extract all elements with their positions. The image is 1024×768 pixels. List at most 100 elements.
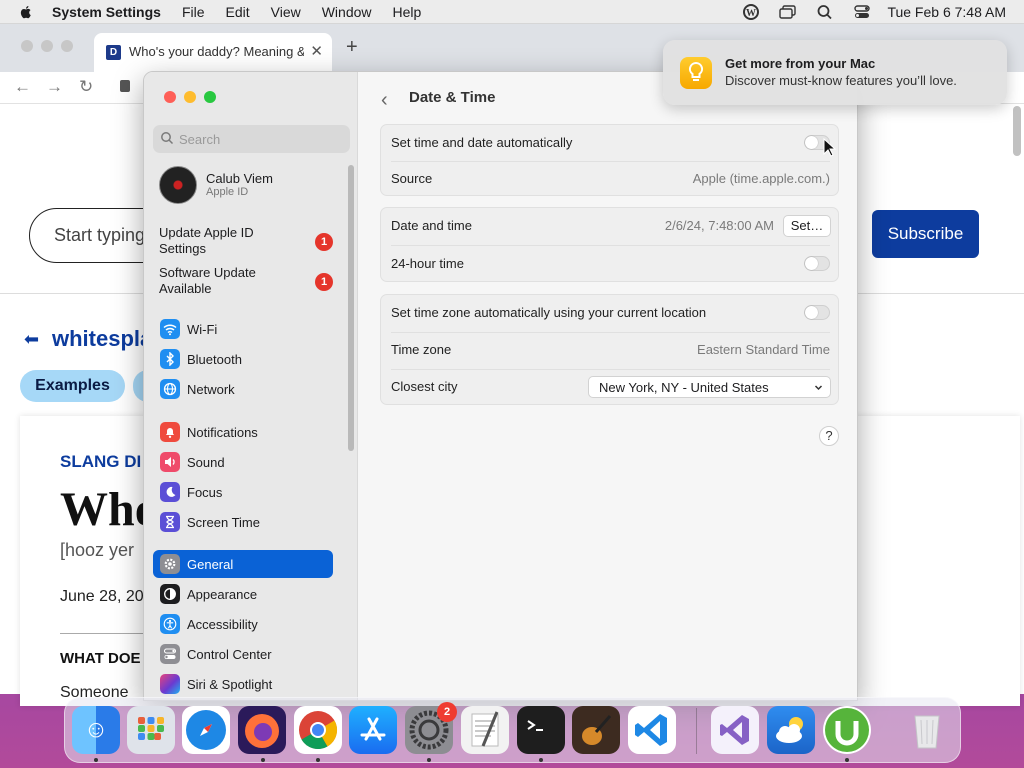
sidebar-item-accessibility[interactable]: Accessibility — [153, 610, 333, 638]
closest-city-value: New York, NY - United States — [599, 380, 769, 395]
browser-tab-title: Who's your daddy? Meaning & — [129, 44, 304, 59]
menu-view[interactable]: View — [271, 4, 301, 20]
sidebar-item-notifications[interactable]: Notifications — [153, 418, 333, 446]
help-button[interactable]: ? — [819, 426, 839, 446]
dock-system-settings-icon[interactable]: 2 — [405, 702, 457, 754]
dock-app-store-icon[interactable] — [349, 706, 397, 754]
auto-tz-toggle[interactable] — [804, 305, 830, 320]
siri-icon — [160, 674, 180, 694]
dock-garageband-icon[interactable] — [572, 706, 620, 754]
menu-clock[interactable]: Tue Feb 6 7:48 AM — [887, 4, 1006, 20]
account-name: Calub Viem — [206, 171, 273, 186]
sidebar-item-label: Control Center — [187, 647, 272, 662]
window-mirror-icon[interactable] — [779, 4, 797, 20]
menu-window[interactable]: Window — [322, 4, 372, 20]
section-title[interactable]: whitespla — [52, 326, 152, 352]
sidebar-item-label: Network — [187, 382, 235, 397]
city-row: Closest city New York, NY - United State… — [381, 369, 840, 406]
back-section-arrow-icon[interactable]: ⬅ — [24, 329, 39, 350]
zoom-window-button[interactable] — [204, 91, 216, 103]
reload-icon[interactable]: ↻ — [79, 77, 93, 97]
dock-weather-icon[interactable] — [767, 706, 815, 754]
browser-tab[interactable]: D Who's your daddy? Meaning & ✕ — [94, 33, 332, 72]
bell-icon — [160, 422, 180, 442]
sidebar-item-general[interactable]: General — [153, 550, 333, 578]
sidebar-item-siri-spotlight[interactable]: Siri & Spotlight — [153, 670, 333, 698]
dock-safari-icon[interactable] — [182, 706, 230, 754]
date-time-row: Date and time 2/6/24, 7:48:00 AM Set… — [381, 208, 840, 245]
sidebar-item-bluetooth[interactable]: Bluetooth — [153, 345, 333, 373]
new-tab-icon[interactable]: + — [346, 36, 358, 59]
dock: ☺ 2 — [64, 697, 961, 763]
sidebar-item-label: Siri & Spotlight — [187, 677, 273, 692]
sidebar-item-focus[interactable]: Focus — [153, 478, 333, 506]
wordpress-icon[interactable]: W — [742, 4, 760, 20]
alert-label: Software Update Available — [159, 265, 256, 296]
alert-software-update[interactable]: Software Update Available 1 — [159, 265, 339, 299]
hour24-row: 24-hour time — [381, 246, 840, 283]
browser-minimize-button[interactable] — [41, 40, 53, 52]
apple-logo-icon[interactable] — [18, 4, 34, 20]
tz-row: Time zone Eastern Standard Time — [381, 332, 840, 369]
dock-trash-icon[interactable] — [903, 706, 951, 754]
accessibility-icon — [160, 614, 180, 634]
subscribe-button[interactable]: Subscribe — [872, 210, 979, 258]
dock-finder-icon[interactable]: ☺ — [72, 706, 120, 754]
date-time-group: Date and time 2/6/24, 7:48:00 AM Set… 24… — [380, 207, 839, 282]
moon-icon — [160, 482, 180, 502]
spotlight-search-icon[interactable] — [816, 4, 834, 20]
back-arrow-icon[interactable]: ← — [14, 77, 31, 97]
search-input[interactable] — [179, 129, 339, 149]
category-label[interactable]: SLANG DI — [60, 452, 141, 472]
examples-chip[interactable]: Examples — [20, 370, 125, 402]
dock-visual-studio-icon[interactable] — [711, 706, 759, 754]
notification-title: Get more from your Mac — [725, 56, 876, 71]
dock-launchpad-icon[interactable] — [127, 706, 175, 754]
sidebar-item-wifi[interactable]: Wi-Fi — [153, 315, 333, 343]
dock-utorrent-icon[interactable] — [823, 706, 871, 754]
sidebar-item-sound[interactable]: Sound — [153, 448, 333, 476]
back-chevron-icon[interactable]: ‹ — [381, 89, 388, 112]
system-settings-window: Calub Viem Apple ID Update Apple ID Sett… — [143, 71, 858, 701]
auto-tz-label: Set time zone automatically using your c… — [391, 305, 707, 320]
close-window-button[interactable] — [164, 91, 176, 103]
dock-running-indicator — [261, 758, 265, 762]
dock-chrome-icon[interactable] — [294, 706, 342, 754]
sidebar-item-network[interactable]: Network — [153, 375, 333, 403]
sidebar-item-label: Bluetooth — [187, 352, 242, 367]
settings-sidebar: Calub Viem Apple ID Update Apple ID Sett… — [144, 72, 358, 700]
minimize-window-button[interactable] — [184, 91, 196, 103]
browser-zoom-button[interactable] — [61, 40, 73, 52]
notification-banner[interactable]: Get more from your Mac Discover must-kno… — [663, 40, 1007, 105]
alert-badge: 1 — [315, 273, 333, 291]
hour24-toggle[interactable] — [804, 256, 830, 271]
browser-close-button[interactable] — [21, 40, 33, 52]
dock-vscode-icon[interactable] — [628, 706, 676, 754]
control-center-icon[interactable] — [853, 4, 871, 20]
apple-id-account[interactable]: Calub Viem Apple ID — [159, 166, 339, 206]
browser-scrollbar[interactable] — [1013, 106, 1021, 156]
sidebar-item-label: General — [187, 557, 234, 572]
menu-file[interactable]: File — [182, 4, 205, 20]
menu-app-name[interactable]: System Settings — [52, 4, 161, 20]
sidebar-item-screen-time[interactable]: Screen Time — [153, 508, 333, 536]
dock-textedit-icon[interactable] — [461, 706, 509, 754]
set-date-time-button[interactable]: Set… — [783, 215, 831, 237]
sidebar-scrollbar[interactable] — [348, 165, 354, 451]
alert-badge: 1 — [315, 233, 333, 251]
close-tab-icon[interactable]: ✕ — [310, 42, 323, 60]
svg-text:W: W — [746, 8, 756, 19]
dock-terminal-icon[interactable] — [517, 706, 565, 754]
page-title: Date & Time — [409, 89, 496, 106]
dock-running-indicator — [427, 758, 431, 762]
forward-arrow-icon[interactable]: → — [46, 77, 63, 97]
auto-time-group: Set time and date automatically Source A… — [380, 124, 839, 196]
menu-help[interactable]: Help — [393, 4, 422, 20]
sidebar-item-label: Screen Time — [187, 515, 260, 530]
sidebar-item-appearance[interactable]: Appearance — [153, 580, 333, 608]
menu-edit[interactable]: Edit — [226, 4, 250, 20]
closest-city-select[interactable]: New York, NY - United States — [588, 376, 831, 398]
sidebar-item-control-center[interactable]: Control Center — [153, 640, 333, 668]
dock-firefox-icon[interactable] — [238, 706, 286, 754]
alert-update-apple-id[interactable]: Update Apple ID Settings 1 — [159, 225, 339, 259]
